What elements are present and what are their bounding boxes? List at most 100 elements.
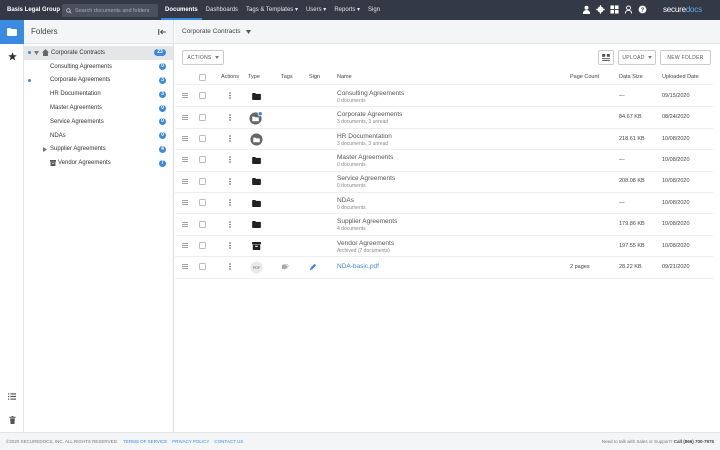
breadcrumb[interactable]: Corporate Contracts	[175, 20, 720, 44]
row-checkbox[interactable]	[199, 199, 206, 207]
drag-handle-icon[interactable]	[182, 114, 188, 120]
search-input[interactable]	[74, 7, 158, 14]
row-divider	[175, 192, 713, 193]
nav-sign[interactable]: Sign	[364, 0, 384, 20]
row-name[interactable]: Service Agreements	[337, 175, 395, 182]
sign-pen-icon[interactable]	[309, 263, 317, 271]
tree-item-ndas[interactable]: NDAs 0	[24, 129, 173, 143]
column-header-type[interactable]: Type	[248, 74, 260, 80]
rail-trash-button[interactable]	[0, 408, 24, 432]
upload-button[interactable]: UPLOAD	[618, 50, 656, 65]
nav-users[interactable]: Users ▾	[302, 0, 330, 20]
drag-handle-icon[interactable]	[182, 93, 188, 99]
privacy-link[interactable]: PRIVACY POLICY	[172, 439, 209, 444]
row-checkbox[interactable]	[199, 135, 206, 142]
collapse-panel-icon[interactable]	[158, 28, 166, 35]
user-admin-icon[interactable]	[582, 5, 591, 14]
row-checkbox[interactable]	[199, 177, 206, 185]
search-box[interactable]	[62, 4, 158, 17]
row-checkbox[interactable]	[199, 242, 206, 249]
select-all-checkbox[interactable]	[199, 74, 206, 81]
drag-handle-icon[interactable]	[182, 243, 188, 248]
rail-favorites-button[interactable]	[0, 44, 24, 68]
kebab-menu-icon[interactable]	[229, 242, 231, 249]
drag-handle-icon[interactable]	[182, 178, 188, 184]
row-uploaded-date: 10/08/2020	[662, 242, 690, 249]
row-checkbox[interactable]	[199, 263, 206, 271]
kebab-menu-icon[interactable]	[229, 199, 231, 206]
nav-documents[interactable]: Documents	[161, 0, 202, 20]
top-navbar: Basis Legal Group Documents Dashboards T…	[0, 0, 720, 20]
rail-folders-button[interactable]	[0, 20, 24, 44]
drag-handle-icon[interactable]	[182, 264, 188, 270]
organization-name[interactable]: Basis Legal Group	[0, 7, 62, 13]
row-name[interactable]: Supplier Agreements	[337, 218, 397, 225]
tree-item-hr-documentation[interactable]: HR Documentation 3	[24, 87, 173, 101]
column-header-uploaded-date[interactable]: Uploaded Date	[662, 74, 699, 80]
row-name[interactable]: NDA-basic.pdf	[337, 263, 379, 270]
svg-text:PDF: PDF	[253, 266, 260, 270]
rail-list-button[interactable]	[0, 384, 24, 408]
tag-icon[interactable]	[282, 263, 289, 270]
contact-link[interactable]: CONTACT US	[214, 439, 243, 444]
tree-item-corporate-agreements[interactable]: Corporate Agreements 3	[24, 74, 173, 88]
kebab-menu-icon[interactable]	[229, 135, 231, 142]
help-icon[interactable]: ?	[638, 5, 647, 14]
row-name[interactable]: Consulting Agreements	[337, 90, 404, 97]
kebab-menu-icon[interactable]	[229, 177, 231, 185]
drag-handle-icon[interactable]	[182, 221, 188, 227]
phone-number[interactable]: Call (866) 700-7975	[674, 439, 714, 444]
tree-item-vendor-agreements[interactable]: Vendor Agreements 7	[24, 156, 173, 170]
caret-down-icon[interactable]	[34, 50, 39, 55]
kebab-menu-icon[interactable]	[229, 92, 231, 99]
nav-tags-templates[interactable]: Tags & Templates ▾	[242, 0, 302, 20]
row-checkbox[interactable]	[199, 113, 206, 121]
column-header-data-size[interactable]: Data Size	[619, 74, 643, 80]
drag-handle-icon[interactable]	[182, 157, 188, 163]
column-header-tags[interactable]: Tags	[281, 74, 293, 80]
row-checkbox[interactable]	[199, 92, 206, 100]
chevron-down-icon[interactable]	[245, 29, 251, 34]
folder-icon	[7, 28, 17, 36]
apps-grid-icon[interactable]	[610, 5, 619, 14]
row-name[interactable]: Corporate Agreements	[337, 111, 402, 118]
column-header-name[interactable]: Name	[337, 74, 352, 80]
tree-item-service-agreements[interactable]: Service Agreements 0	[24, 115, 173, 129]
row-checkbox[interactable]	[199, 220, 206, 228]
nav-reports[interactable]: Reports ▾	[330, 0, 364, 20]
nav-dashboards[interactable]: Dashboards	[202, 0, 242, 20]
actions-button[interactable]: ACTIONS	[182, 50, 224, 65]
column-header-page-count[interactable]: Page Count	[570, 74, 599, 80]
tree-item-corporate-contracts[interactable]: Corporate Contracts 23	[24, 46, 173, 60]
account-icon[interactable]	[624, 5, 633, 14]
new-folder-label: NEW FOLDER	[667, 54, 704, 61]
drag-handle-icon[interactable]	[182, 136, 188, 141]
kebab-menu-icon[interactable]	[229, 156, 231, 164]
row-name[interactable]: Vendor Agreements	[337, 240, 394, 247]
caret-right-icon[interactable]	[43, 146, 47, 152]
row-checkbox[interactable]	[199, 156, 206, 164]
main-nav: Documents Dashboards Tags & Templates ▾ …	[161, 0, 384, 20]
row-divider	[175, 256, 713, 258]
kebab-menu-icon[interactable]	[229, 263, 231, 271]
tree-item-consulting-agreements[interactable]: Consulting Agreements 0	[24, 60, 173, 74]
tree-item-label: Master Agreements	[50, 105, 103, 112]
gear-icon[interactable]	[596, 5, 605, 14]
new-folder-button[interactable]: NEW FOLDER	[660, 50, 711, 65]
column-header-sign[interactable]: Sign	[309, 74, 320, 80]
grid-view-icon	[602, 54, 610, 61]
tree-item-master-agreements[interactable]: Master Agreements 0	[24, 101, 173, 115]
view-toggle-button[interactable]	[598, 50, 614, 65]
pdf-file-icon: PDF	[249, 260, 263, 274]
kebab-menu-icon[interactable]	[229, 113, 231, 121]
row-name[interactable]: NDAs	[337, 197, 354, 204]
row-uploaded-date: 10/08/2020	[662, 156, 690, 163]
kebab-menu-icon[interactable]	[229, 220, 231, 228]
row-name[interactable]: Master Agreements	[337, 154, 393, 161]
row-subtitle: 0 documents	[337, 161, 366, 168]
drag-handle-icon[interactable]	[182, 200, 188, 206]
breadcrumb-current[interactable]: Corporate Contracts	[182, 28, 241, 35]
row-name[interactable]: HR Documentation	[337, 133, 392, 140]
terms-link[interactable]: TERMS OF SERVICE	[123, 439, 167, 444]
tree-item-supplier-agreements[interactable]: Supplier Agreements 4	[24, 143, 173, 157]
